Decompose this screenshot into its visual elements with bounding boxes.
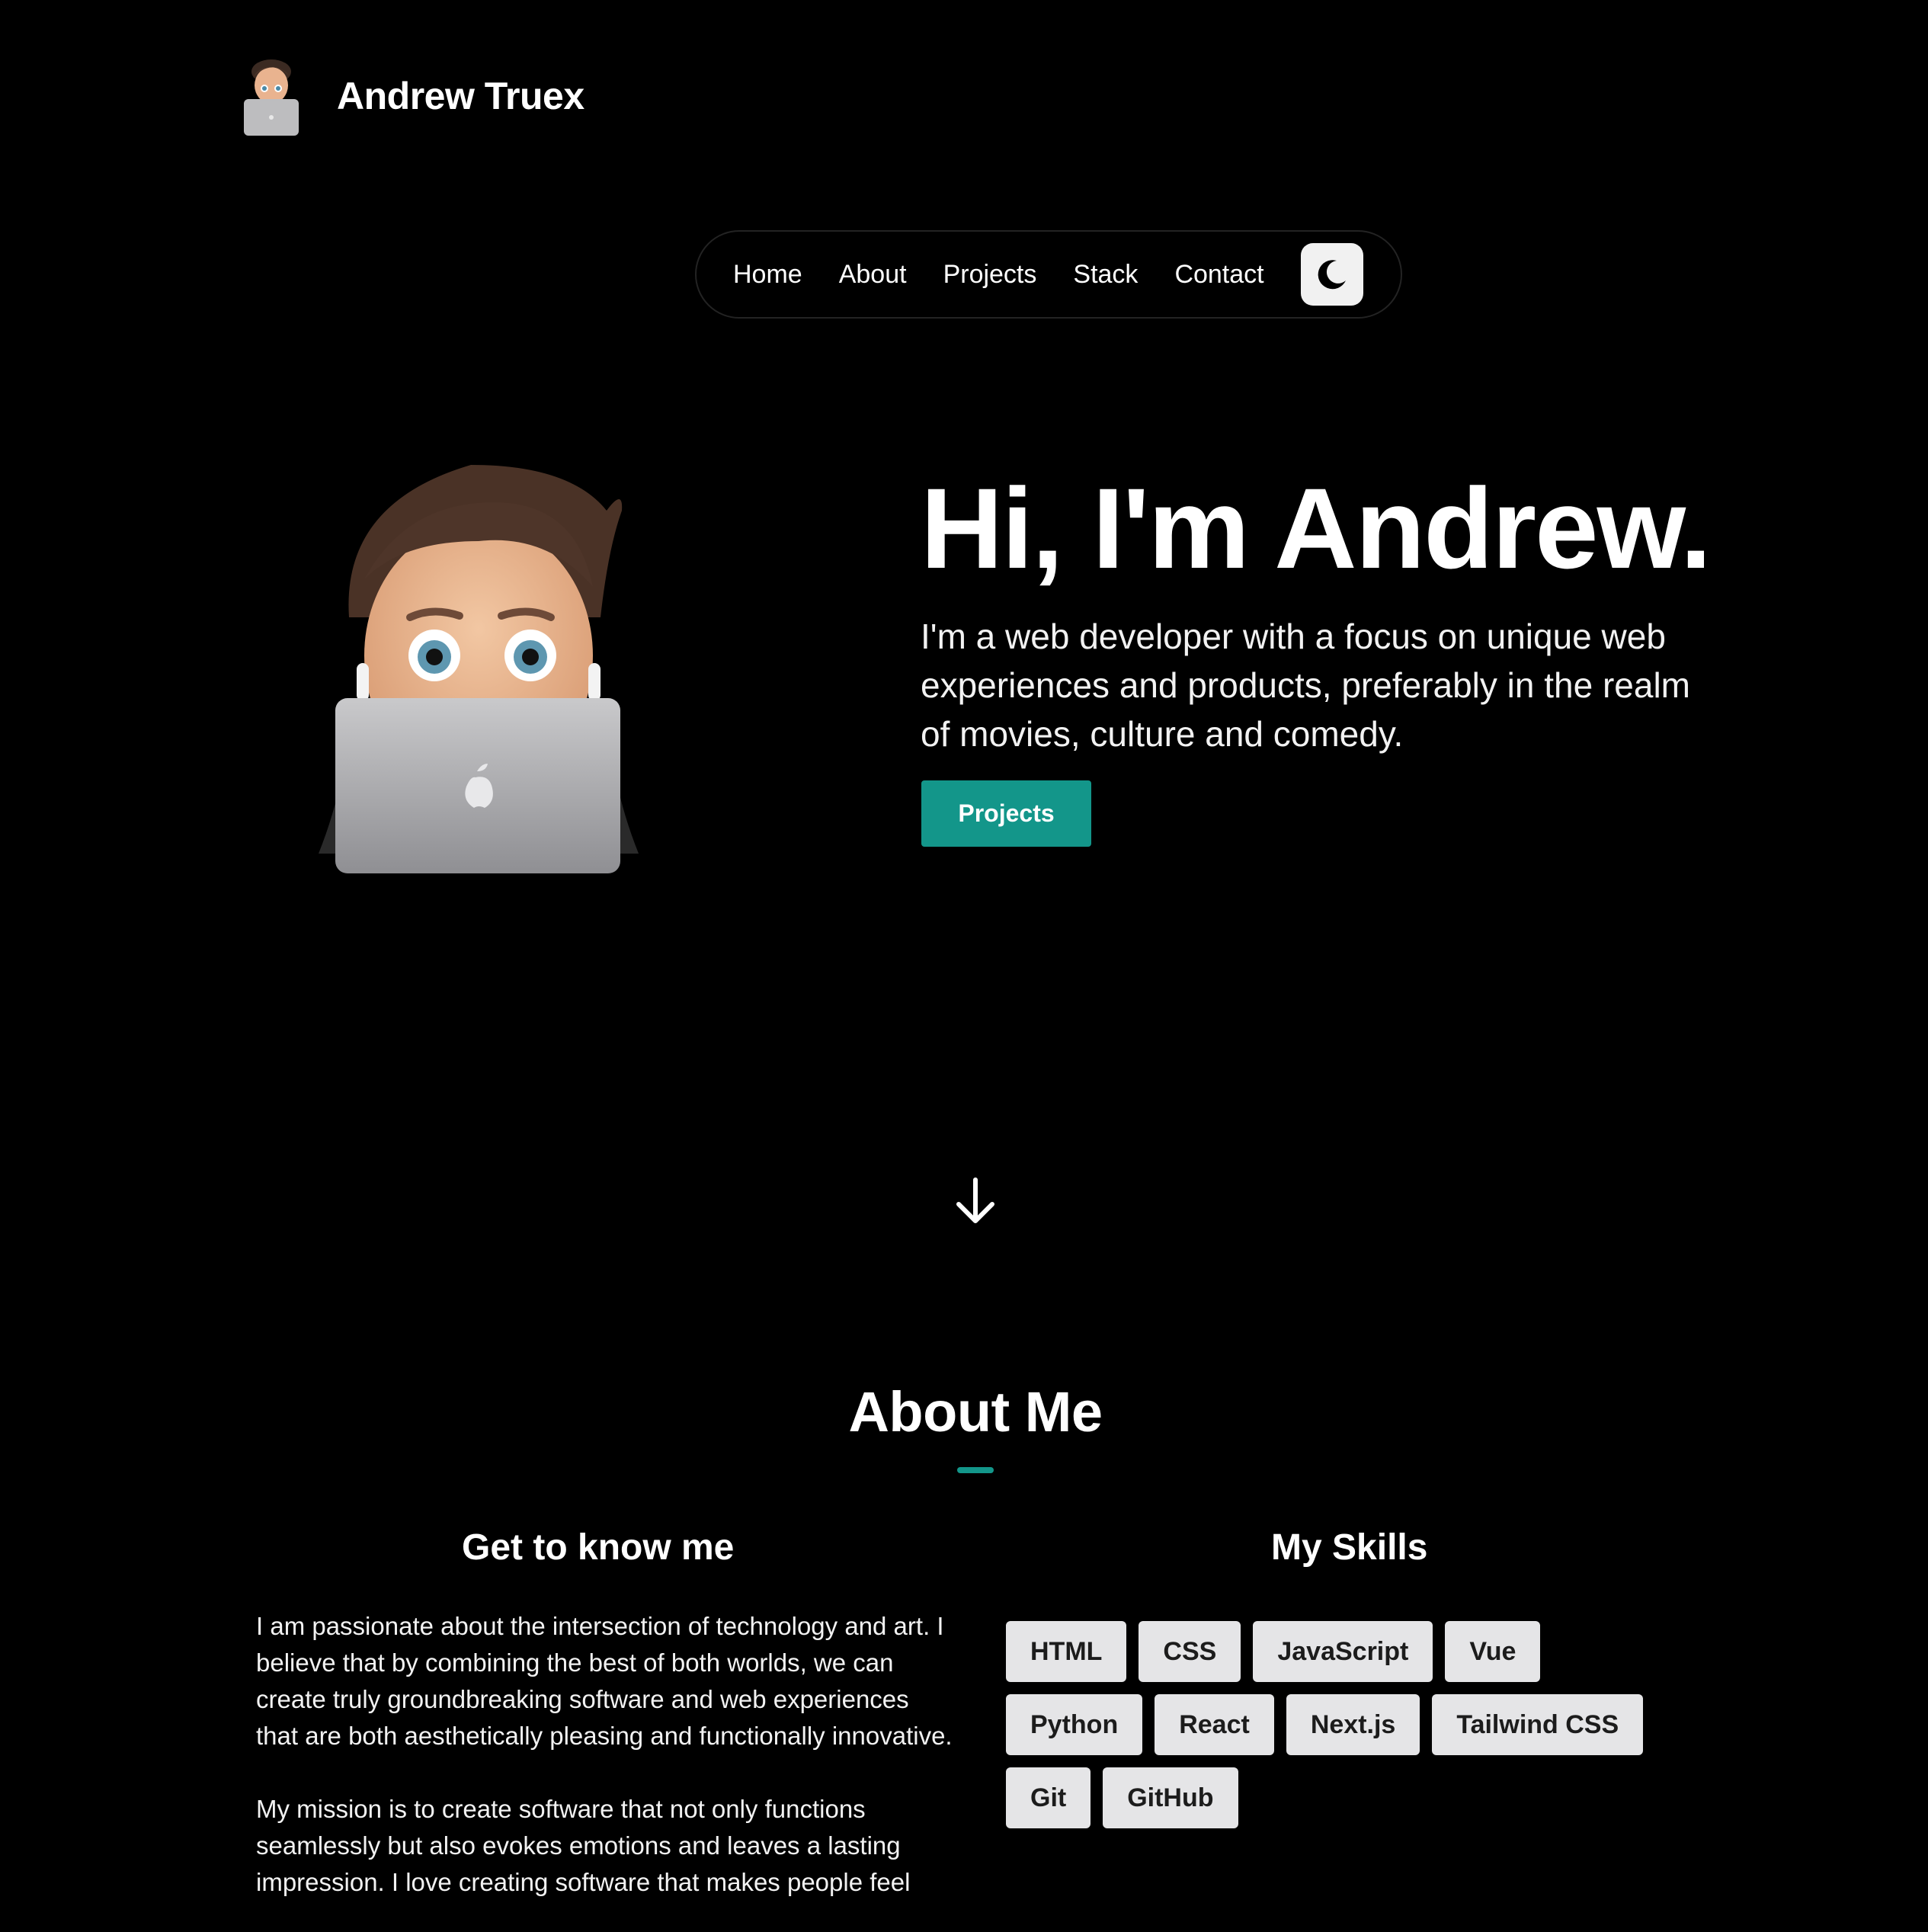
- get-to-know-title: Get to know me: [462, 1527, 735, 1568]
- nav-about[interactable]: About: [839, 260, 907, 290]
- projects-button[interactable]: Projects: [921, 780, 1091, 847]
- memoji-hero-icon: [319, 465, 639, 873]
- about-title: About Me: [848, 1380, 1103, 1443]
- site-title: Andrew Truex: [337, 75, 584, 117]
- skill-chip: CSS: [1139, 1621, 1241, 1682]
- skill-chip: JavaScript: [1253, 1621, 1433, 1682]
- skill-chip: GitHub: [1103, 1767, 1238, 1828]
- arrow-down-icon[interactable]: [954, 1177, 997, 1226]
- nav-contact[interactable]: Contact: [1174, 260, 1263, 290]
- about-underline: [957, 1467, 994, 1473]
- skill-chip: Next.js: [1286, 1694, 1420, 1755]
- brand[interactable]: Andrew Truex: [241, 55, 584, 137]
- hero-subtitle: I'm a web developer with a focus on uniq…: [921, 617, 1691, 754]
- nav-home[interactable]: Home: [733, 260, 802, 290]
- about-paragraph: My mission is to create software that no…: [256, 1795, 911, 1896]
- skill-chip: HTML: [1006, 1621, 1127, 1682]
- memoji-avatar-icon: [244, 59, 299, 136]
- moon-icon: [1318, 260, 1346, 290]
- skill-chip: Python: [1006, 1694, 1143, 1755]
- skills-title: My Skills: [1271, 1527, 1428, 1568]
- nav-projects[interactable]: Projects: [943, 260, 1037, 290]
- main-nav: Home About Projects Stack Contact: [695, 230, 1402, 319]
- hero-title: Hi, I'm Andrew.: [921, 464, 1712, 592]
- nav-stack[interactable]: Stack: [1073, 260, 1138, 290]
- about-paragraph: I am passionate about the intersection o…: [256, 1612, 953, 1750]
- skills-list: HTML CSS JavaScript Vue Python React Nex…: [1006, 1621, 1692, 1841]
- skill-chip: Tailwind CSS: [1432, 1694, 1644, 1755]
- theme-toggle-button[interactable]: [1300, 243, 1363, 306]
- skill-chip: Vue: [1445, 1621, 1541, 1682]
- about-body: I am passionate about the intersection o…: [256, 1608, 957, 1932]
- skill-chip: Git: [1006, 1767, 1091, 1828]
- skill-chip: React: [1155, 1694, 1274, 1755]
